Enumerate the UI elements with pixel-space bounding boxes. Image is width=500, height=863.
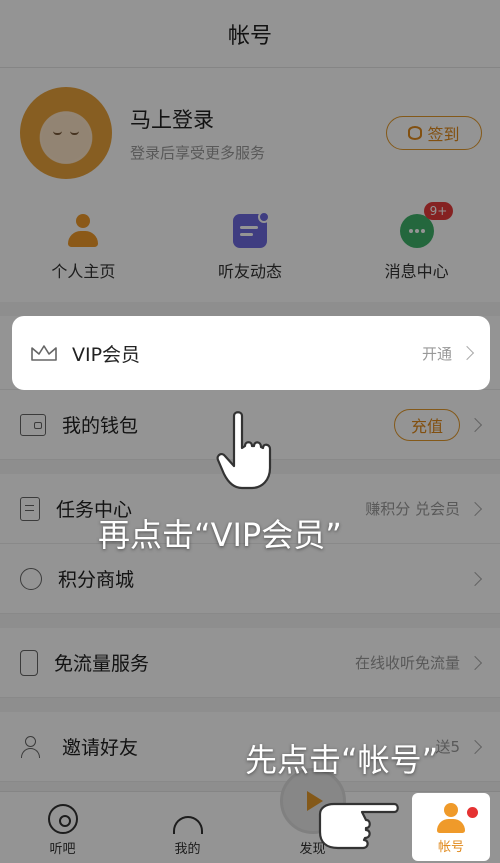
notification-dot [467, 807, 478, 818]
chevron-right-icon [459, 345, 475, 361]
instruction-step2: 再点击“VIP会员” [98, 516, 342, 554]
menu-row-vip[interactable]: VIP会员 开通 [12, 316, 490, 390]
account-icon [436, 803, 466, 833]
pointing-hand-right-icon [318, 802, 399, 850]
crown-icon [30, 344, 58, 362]
vip-label: VIP会员 [72, 343, 141, 366]
vip-open-text: 开通 [421, 344, 452, 363]
instruction-step1: 先点击“帐号” [245, 741, 439, 779]
pointing-hand-up-icon [216, 411, 272, 490]
tab-account[interactable]: 帐号 [412, 793, 490, 861]
tab-label: 帐号 [437, 840, 464, 855]
